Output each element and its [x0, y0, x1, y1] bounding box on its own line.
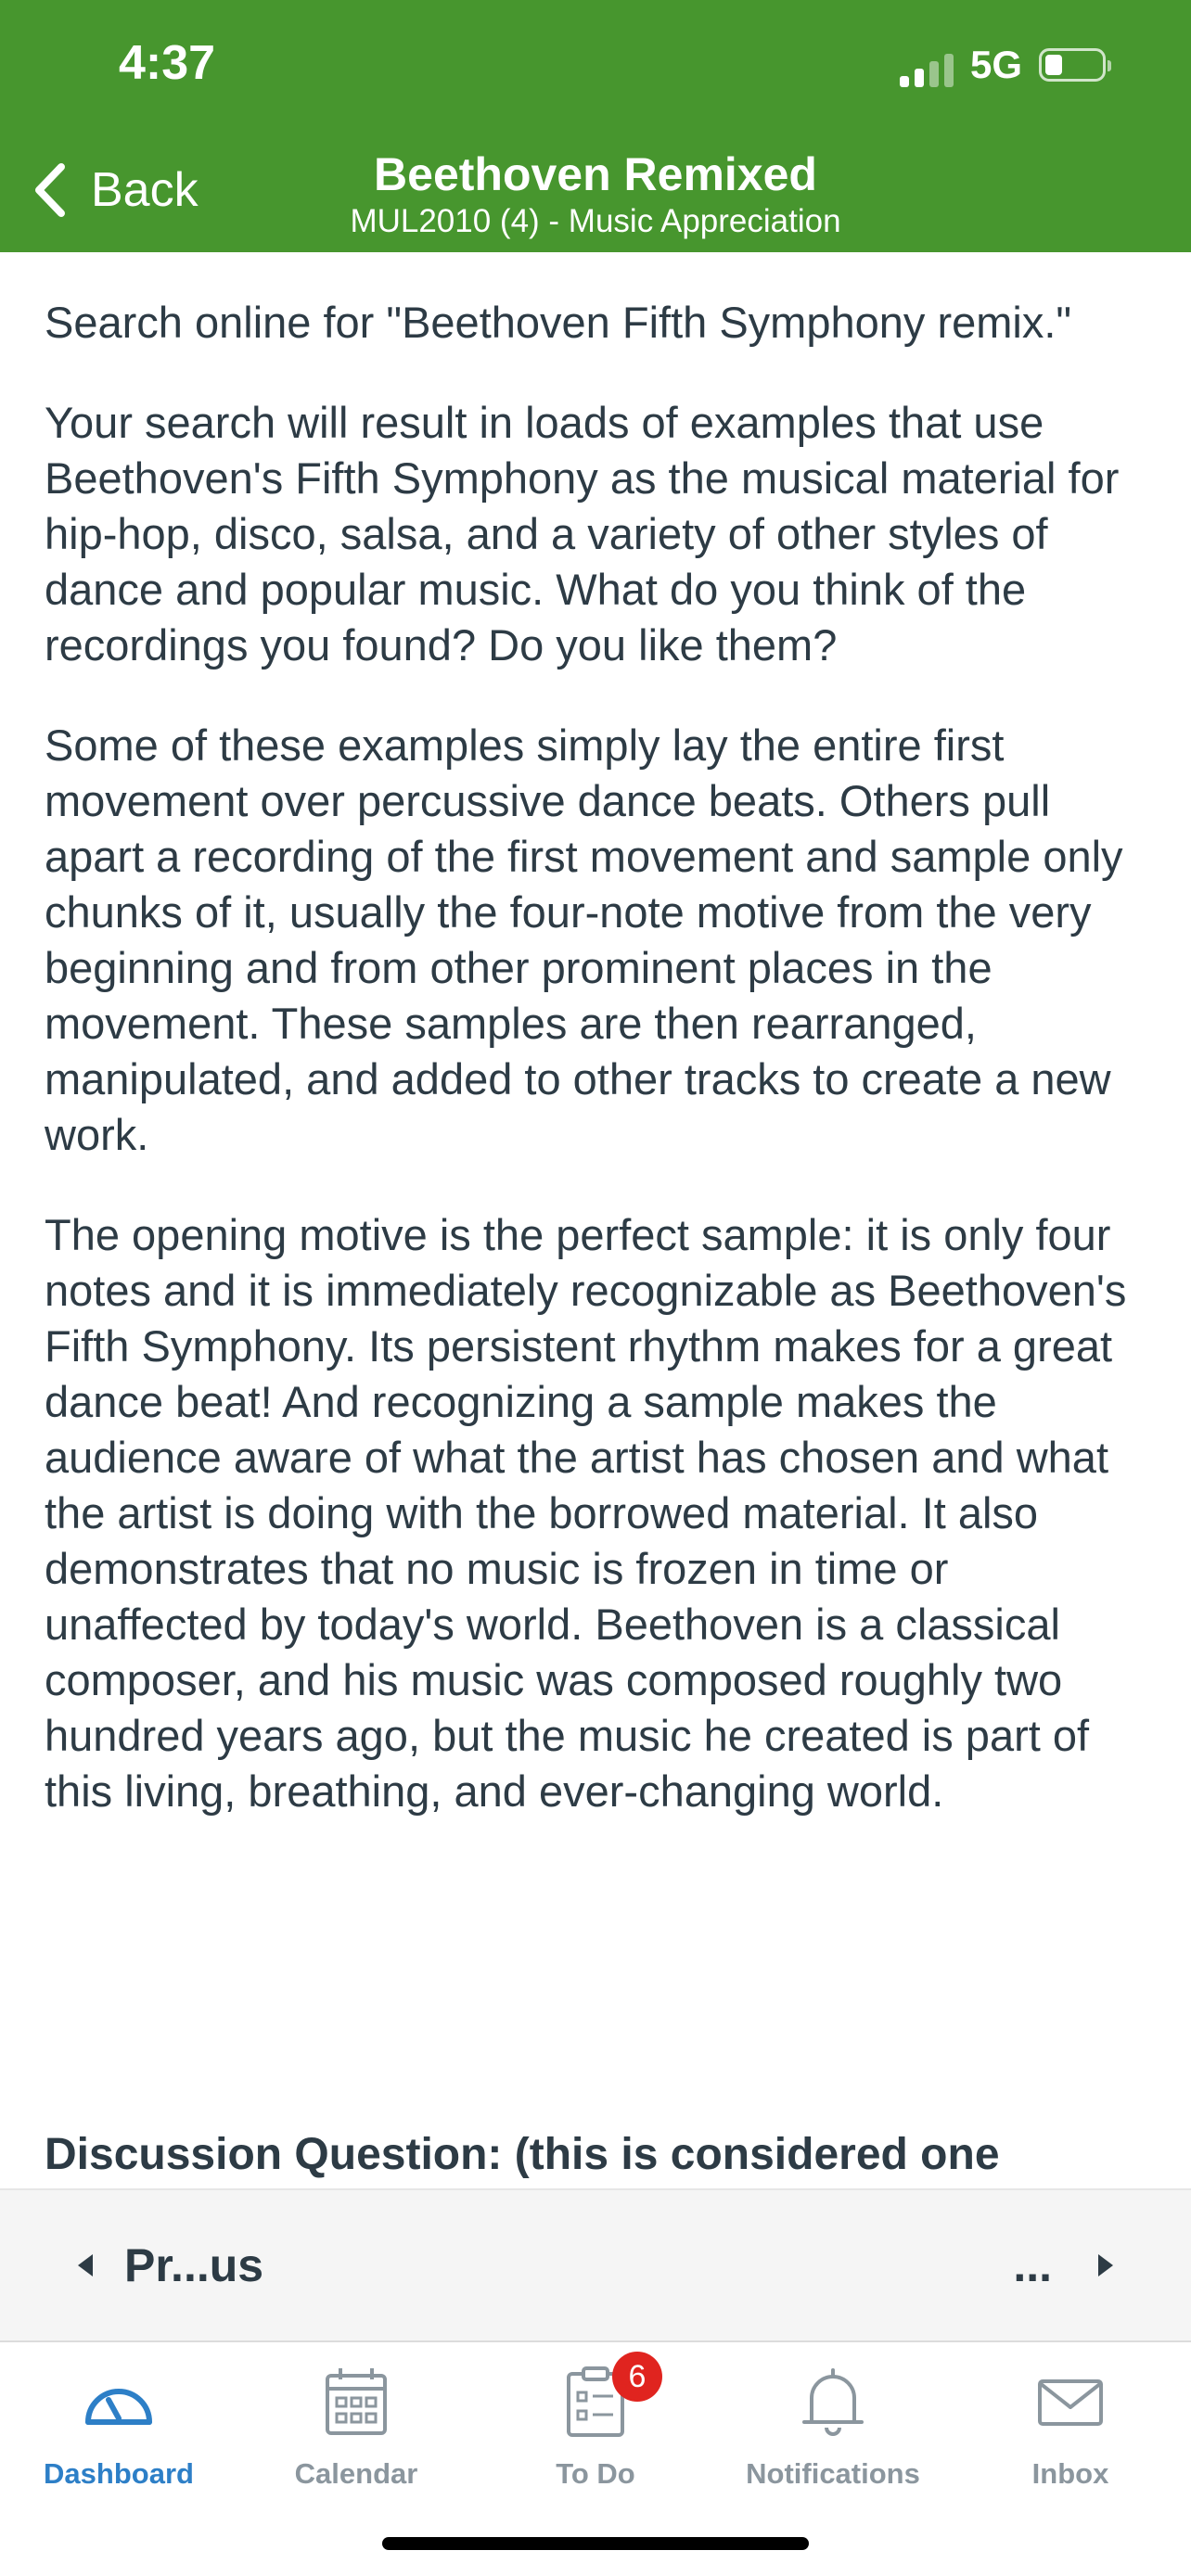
caret-left-icon	[78, 2254, 93, 2276]
previous-button[interactable]: Pr...us	[78, 2238, 263, 2292]
status-time: 4:37	[119, 36, 216, 90]
back-button[interactable]: Back	[32, 158, 198, 223]
next-button[interactable]: ...	[1013, 2238, 1113, 2292]
course-subtitle: MUL2010 (4) - Music Appreciation	[350, 203, 841, 239]
tab-label: Dashboard	[44, 2457, 194, 2490]
tab-todo[interactable]: 6 To Do	[477, 2342, 714, 2490]
tab-label: Inbox	[1031, 2457, 1109, 2490]
tab-label: Notifications	[746, 2457, 920, 2490]
paragraph: Search online for "Beethoven Fifth Symph…	[45, 298, 1072, 347]
page-title: Beethoven Remixed	[374, 148, 817, 200]
paragraph: Some of these examples simply lay the en…	[45, 721, 1123, 1159]
back-label: Back	[91, 163, 198, 217]
tab-notifications[interactable]: Notifications	[714, 2342, 952, 2490]
title-block: Beethoven Remixed MUL2010 (4) - Music Ap…	[223, 147, 968, 241]
tab-label: Calendar	[294, 2457, 418, 2490]
app-header: 4:37 5G Back Beethoven Remixed MUL2010 (…	[0, 0, 1191, 252]
network-type: 5G	[970, 43, 1023, 86]
home-indicator[interactable]	[382, 2537, 809, 2550]
module-pager: Pr...us ...	[0, 2188, 1191, 2342]
calendar-icon	[326, 2368, 387, 2435]
mail-icon	[1038, 2379, 1103, 2426]
tab-inbox[interactable]: Inbox	[952, 2342, 1189, 2490]
paragraph: Your search will result in loads of exam…	[45, 398, 1120, 670]
signal-icon	[900, 54, 955, 87]
bell-icon	[802, 2368, 864, 2436]
tab-dashboard[interactable]: Dashboard	[0, 2342, 237, 2490]
previous-label: Pr...us	[124, 2239, 264, 2291]
tab-label: To Do	[556, 2457, 635, 2490]
battery-icon	[1039, 48, 1111, 82]
todo-count-badge: 6	[612, 2352, 662, 2402]
page-content: Search online for "Beethoven Fifth Symph…	[45, 295, 1153, 1864]
paragraph: The opening motive is the perfect sample…	[45, 1210, 1127, 1816]
discussion-heading: Discussion Question: (this is considered…	[45, 2130, 1000, 2179]
dashboard-icon	[85, 2389, 152, 2425]
caret-right-icon	[1098, 2254, 1113, 2276]
tab-calendar[interactable]: Calendar	[237, 2342, 475, 2490]
chevron-left-icon	[35, 163, 65, 217]
next-label: ...	[1013, 2239, 1052, 2291]
